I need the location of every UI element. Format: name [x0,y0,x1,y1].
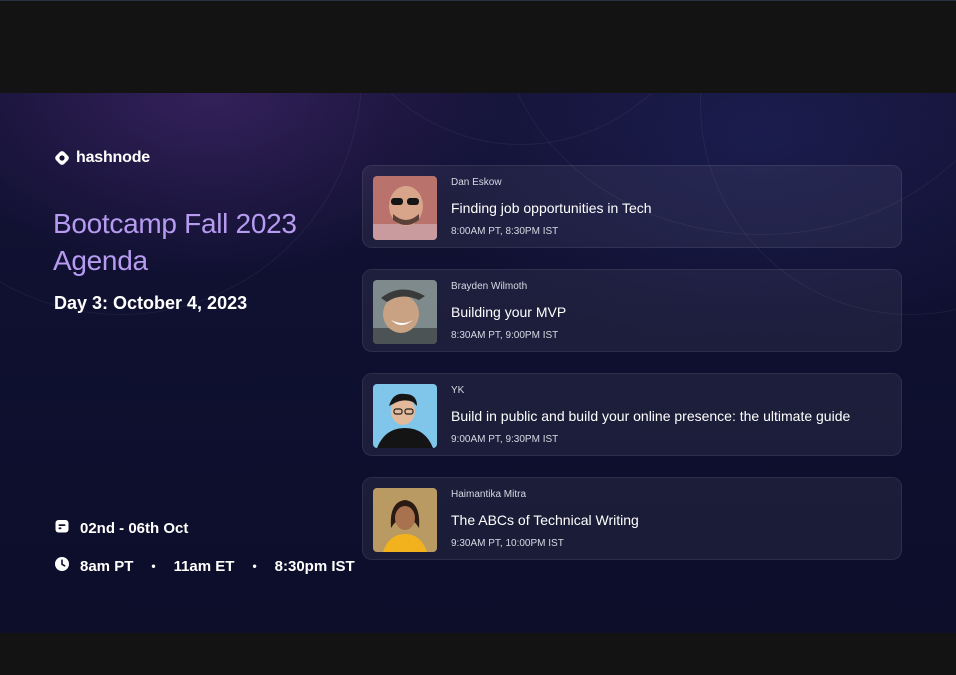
session-card: Haimantika Mitra The ABCs of Technical W… [362,477,902,560]
speaker-name: Dan Eskow [451,177,502,188]
event-time-et: 11am ET [173,557,235,575]
separator-dot: • [252,559,257,573]
separator-dot: • [151,559,156,573]
speaker-avatar [373,280,437,344]
event-title: Bootcamp Fall 2023 Agenda [53,205,297,279]
session-time: 8:00AM PT, 8:30PM IST [451,226,559,237]
event-times-row: 8am PT • 11am ET • 8:30pm IST [54,556,355,576]
speaker-name: Haimantika Mitra [451,489,527,500]
agenda-slide: hashnode Bootcamp Fall 2023 Agenda Day 3… [0,93,956,633]
bottom-letterbox-bar [0,633,956,675]
speaker-avatar [373,488,437,552]
hashnode-logo: hashnode [54,149,150,167]
hashnode-logo-icon [54,150,70,166]
speaker-name: Brayden Wilmoth [451,281,528,292]
event-title-line2: Agenda [53,245,148,276]
talk-title: Finding job opportunities in Tech [451,200,652,216]
speaker-avatar [373,176,437,240]
event-title-line1: Bootcamp Fall 2023 [53,208,297,239]
event-time-pt: 8am PT [80,557,134,575]
event-dates: 02nd - 06th Oct [80,519,189,537]
clock-icon [54,556,70,576]
talk-title: Build in public and build your online pr… [451,408,851,424]
decorative-arc [0,93,362,315]
event-day: Day 3: October 4, 2023 [54,293,248,313]
speaker-name: YK [451,385,465,396]
session-card: Brayden Wilmoth Building your MVP 8:30AM… [362,269,902,352]
event-dates-row: 02nd - 06th Oct [54,518,188,538]
talk-title: The ABCs of Technical Writing [451,512,639,528]
session-card: YK Build in public and build your online… [362,373,902,456]
session-card: Dan Eskow Finding job opportunities in T… [362,165,902,248]
top-letterbox-bar [0,0,956,93]
speaker-avatar [373,384,437,448]
session-time: 9:00AM PT, 9:30PM IST [451,434,559,445]
talk-title: Building your MVP [451,304,567,320]
brand-name: hashnode [76,149,150,166]
event-time-ist: 8:30pm IST [274,557,355,575]
session-time: 8:30AM PT, 9:00PM IST [451,330,559,341]
session-time: 9:30AM PT, 10:00PM IST [451,538,564,549]
calendar-icon [54,518,70,538]
